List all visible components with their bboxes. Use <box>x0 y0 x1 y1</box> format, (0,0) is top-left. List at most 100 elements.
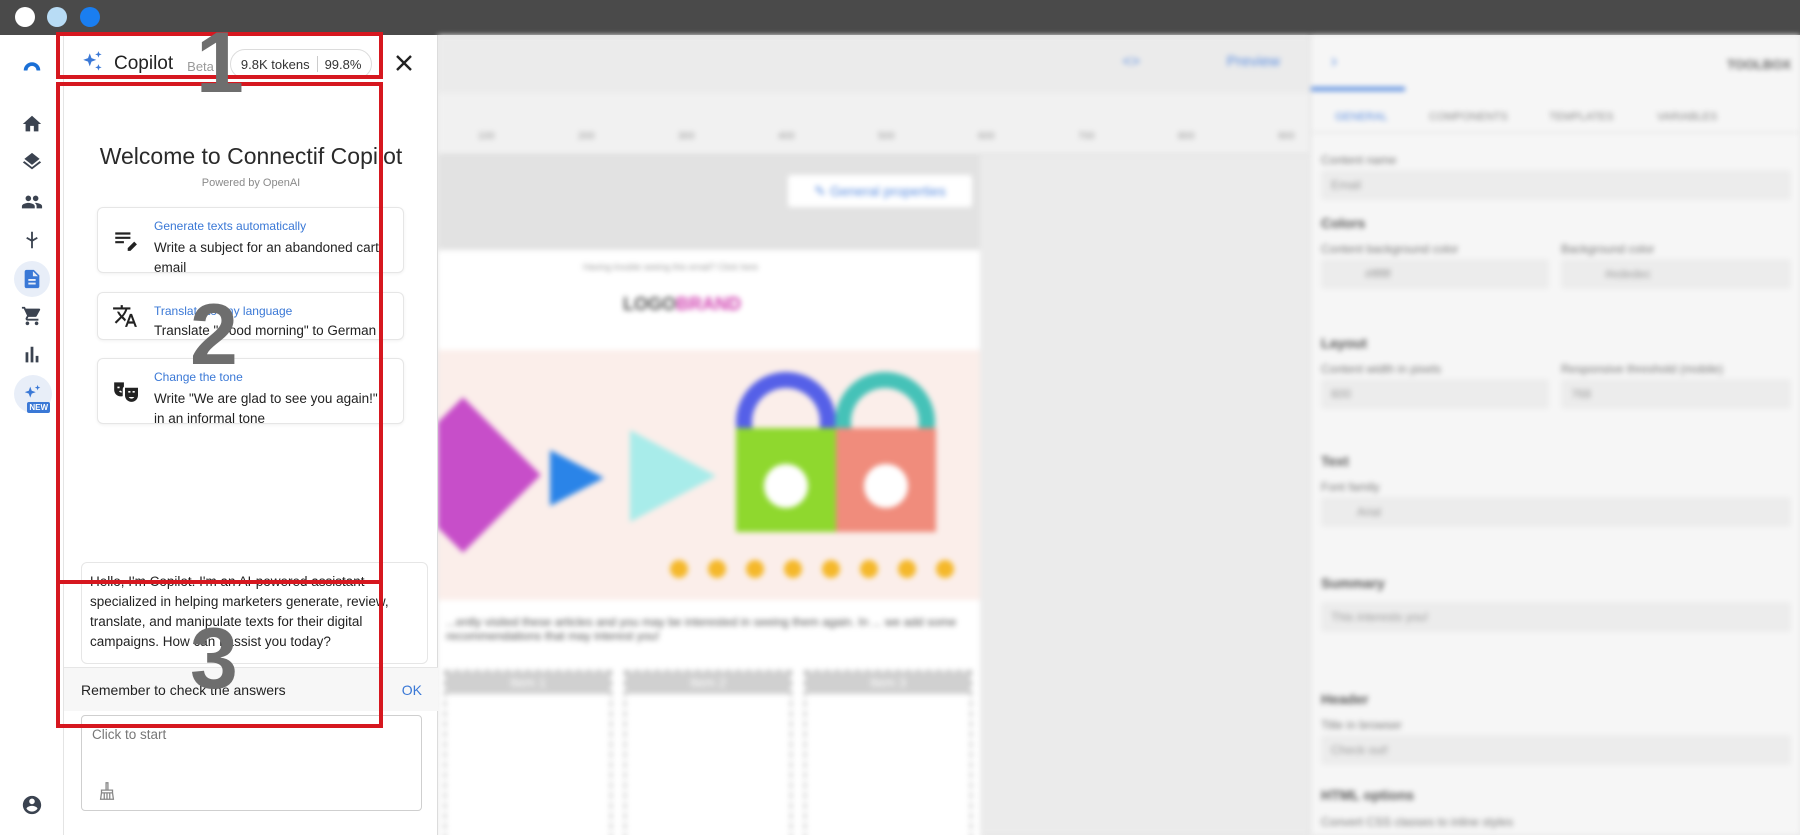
email-preview: Having trouble seeing this email? Click … <box>438 250 980 835</box>
toolbox-title: TOOLBOX <box>1726 57 1791 72</box>
summary-title: Summary <box>1321 575 1385 591</box>
email-editor: <> Preview 100 200 300 400 500 600 700 8… <box>438 35 1310 835</box>
close-icon <box>396 55 412 71</box>
width-field[interactable]: 600 <box>1321 379 1549 409</box>
item-title: Item 2 <box>626 672 790 694</box>
toolbox-tabs: GENERAL COMPONENTS TEMPLATES VARIABLES <box>1311 87 1800 133</box>
suggestion-tag: Translate to any language <box>154 304 293 318</box>
token-percent: 99.8% <box>324 56 362 72</box>
suggestion-text: Translate "Good morning" to German <box>154 323 377 338</box>
font-select[interactable]: Arial <box>1321 497 1791 527</box>
colors-title: Colors <box>1321 215 1366 231</box>
copilot-header: Copilot Beta 9.8K tokens 99.8% <box>64 35 438 93</box>
content-name-label: Content name <box>1321 153 1397 167</box>
content-bg-field[interactable]: #ffffff <box>1321 259 1549 289</box>
token-usage-badge: 9.8K tokens 99.8% <box>229 49 373 79</box>
new-badge: NEW <box>27 402 50 413</box>
ruler-tick: 500 <box>878 131 895 142</box>
suggestion-tag: Generate texts automatically <box>154 219 307 233</box>
window-titlebar <box>0 0 1800 35</box>
chevron-right-icon[interactable]: › <box>1331 51 1337 72</box>
toolbox-header: › TOOLBOX <box>1311 35 1800 93</box>
summary-field[interactable]: This interests you! <box>1321 602 1791 632</box>
suggestion-text: Write a subject for an abandoned cart em… <box>154 240 379 275</box>
suggestion-text: Write "We are glad to see you again!" in… <box>154 391 378 426</box>
content-icon[interactable] <box>14 261 50 297</box>
token-count: 9.8K tokens <box>240 56 310 72</box>
css-inline-label: Convert CSS classes to inline styles <box>1321 815 1514 829</box>
reminder-bar: Remember to check the answers OK <box>64 667 438 711</box>
cart-icon[interactable] <box>14 298 50 334</box>
beta-label: Beta <box>187 58 214 74</box>
welcome-title: Welcome to Connectif Copilot <box>99 143 403 169</box>
translate-icon <box>112 303 138 329</box>
copilot-nav-icon[interactable]: NEW <box>14 375 52 413</box>
close-copilot-button[interactable] <box>392 51 416 75</box>
sparkle-icon <box>80 49 106 80</box>
suggestion-card-translate[interactable]: Translate to any language Translate "Goo… <box>97 292 404 340</box>
analytics-icon[interactable] <box>14 337 50 373</box>
bg-field[interactable]: #ededec <box>1561 259 1791 289</box>
code-view-icon[interactable]: <> <box>1122 53 1140 70</box>
broom-icon[interactable] <box>96 780 118 802</box>
banner-circle <box>764 464 808 508</box>
email-item[interactable]: Item 2 <box>624 670 792 835</box>
text-edit-icon <box>112 227 138 253</box>
bg-label: Background color <box>1561 242 1655 256</box>
ruler-tick: 800 <box>1178 131 1195 142</box>
general-properties-label: General properties <box>829 183 946 199</box>
copilot-panel: Copilot Beta 9.8K tokens 99.8% Welcome t… <box>64 35 438 835</box>
banner-triangle <box>630 430 716 522</box>
email-item[interactable]: Item 1 <box>444 670 612 835</box>
banner-diamond <box>438 397 541 553</box>
item-title: Item 3 <box>806 672 970 694</box>
tab-general[interactable]: GENERAL <box>1335 111 1388 123</box>
email-items: Item 1 Item 2 Item 3 <box>438 670 980 835</box>
ruler-tick: 400 <box>778 131 795 142</box>
ruler-tick: 300 <box>678 131 695 142</box>
banner-triangle <box>550 450 604 506</box>
powered-by-label: Powered by OpenAI <box>201 177 301 189</box>
trouble-text: Having trouble seeing this email? Click … <box>583 262 759 272</box>
title-browser-field[interactable]: Check out! <box>1321 735 1791 765</box>
ruler-tick: 100 <box>478 131 495 142</box>
preview-button[interactable]: Preview <box>1227 53 1280 70</box>
workflow-icon[interactable] <box>14 222 50 258</box>
suggestion-card-generate[interactable]: Generate texts automatically Write a sub… <box>97 207 404 275</box>
layers-icon[interactable] <box>14 145 50 181</box>
prompt-box <box>81 715 422 811</box>
email-item[interactable]: Item 3 <box>804 670 972 835</box>
ruler-tick: 200 <box>578 131 595 142</box>
copilot-intro-message: Hello, I'm Copilot. I'm an AI-powered as… <box>81 562 428 664</box>
email-paragraph: ...ently visited these articles and you … <box>446 615 957 643</box>
account-icon[interactable] <box>14 787 50 823</box>
threshold-field[interactable]: 768 <box>1561 379 1791 409</box>
window-close-dot[interactable] <box>15 7 35 27</box>
window-minimize-dot[interactable] <box>47 7 67 27</box>
copilot-title: Copilot <box>114 53 174 74</box>
home-icon[interactable] <box>14 106 50 142</box>
general-properties-button[interactable]: ✎ General properties <box>788 175 972 207</box>
tab-variables[interactable]: VARIABLES <box>1657 111 1717 123</box>
content-bg-label: Content background color <box>1321 242 1459 256</box>
theater-masks-icon <box>112 378 138 404</box>
tab-components[interactable]: COMPONENTS <box>1429 111 1508 123</box>
editor-ruler: 100 200 300 400 500 600 700 800 900 <box>438 93 1310 155</box>
prompt-input[interactable] <box>82 716 421 786</box>
suggestion-tag: Change the tone <box>154 370 243 384</box>
threshold-label: Responsive threshold (mobile) <box>1561 362 1724 376</box>
logo-part-b: BRAND <box>676 294 741 314</box>
ok-button[interactable]: OK <box>402 682 422 698</box>
ruler-tick: 700 <box>1078 131 1095 142</box>
text-title: Text <box>1321 453 1349 469</box>
ruler-tick: 600 <box>978 131 995 142</box>
editor-topbar: <> Preview <box>438 35 1310 93</box>
contacts-icon[interactable] <box>14 184 50 220</box>
content-name-field[interactable]: Email <box>1321 170 1791 200</box>
suggestion-card-tone[interactable]: Change the tone Write "We are glad to se… <box>97 358 404 426</box>
tab-templates[interactable]: TEMPLATES <box>1549 111 1614 123</box>
title-browser-label: Title in browser <box>1321 718 1402 732</box>
connectif-logo-icon[interactable] <box>14 47 50 83</box>
layout-title: Layout <box>1321 335 1367 351</box>
window-maximize-dot[interactable] <box>80 7 100 27</box>
